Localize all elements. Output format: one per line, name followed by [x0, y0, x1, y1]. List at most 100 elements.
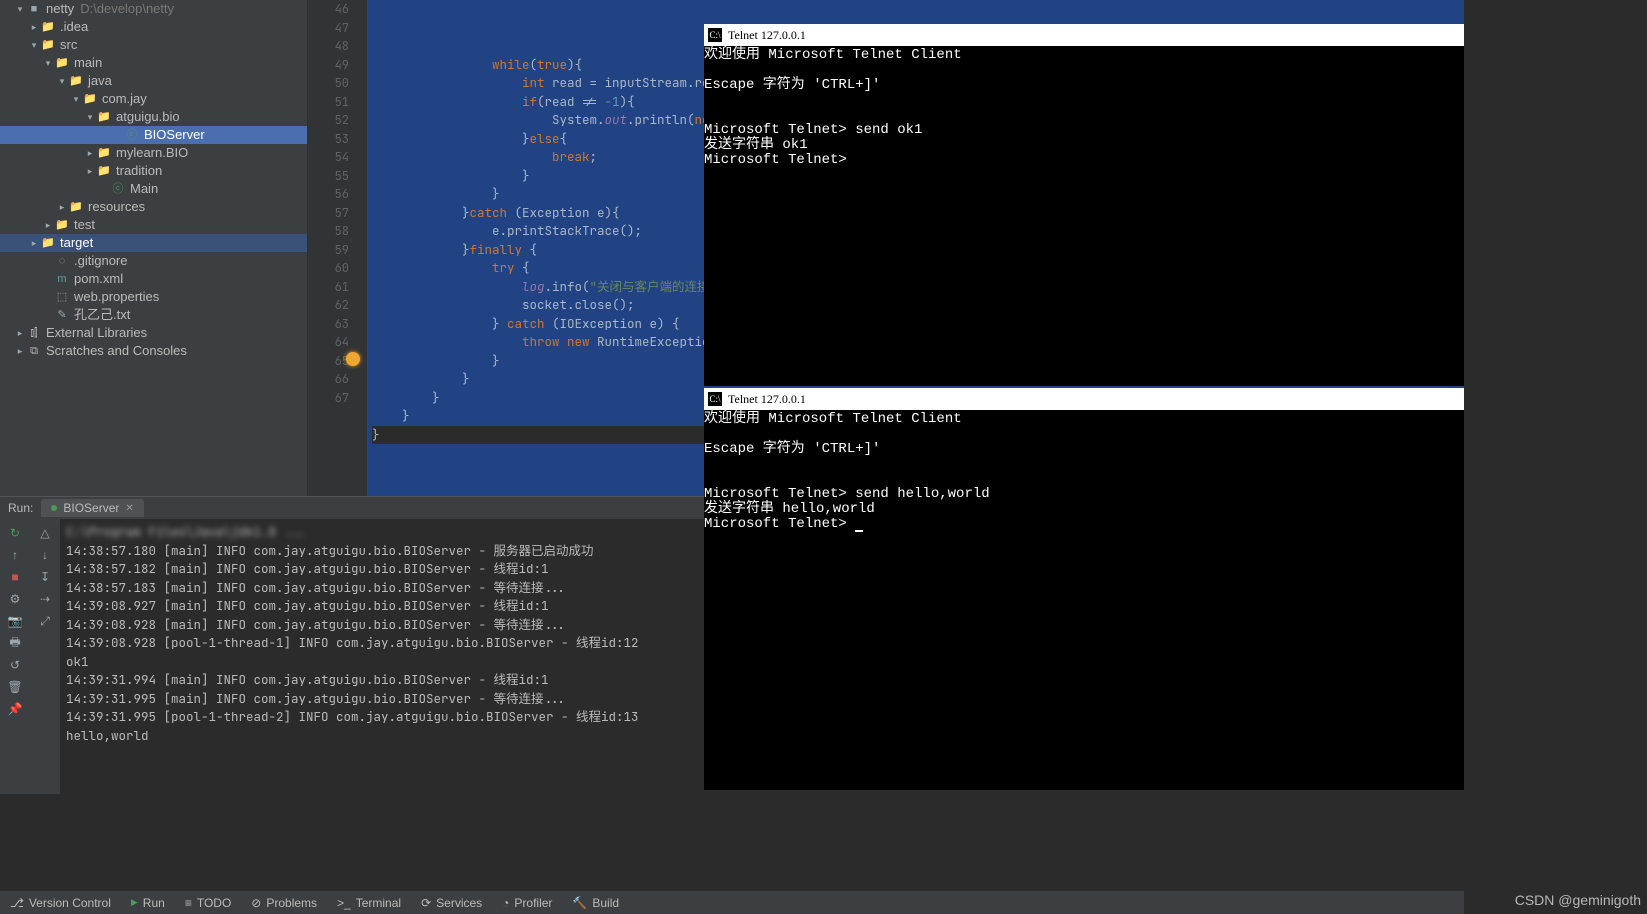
run-icon: ▶: [131, 897, 138, 908]
status-item-run[interactable]: ▶ Run: [121, 891, 175, 914]
status-item-version-control[interactable]: ⎇Version Control: [0, 891, 121, 914]
scratches-consoles[interactable]: ▸⧉Scratches and Consoles: [0, 342, 307, 360]
line-number: 53: [308, 130, 349, 149]
run-action-icon[interactable]: ↺: [7, 657, 23, 673]
dir-icon: 📁: [68, 72, 84, 90]
status-item-build[interactable]: 🔨Build: [562, 891, 629, 914]
right-margin: [1464, 0, 1647, 914]
expand-icon[interactable]: ▾: [28, 36, 40, 54]
status-item-profiler[interactable]: ◔Profiler: [492, 891, 562, 914]
tree-item--idea[interactable]: ▸📁.idea: [0, 18, 307, 36]
telnet-output: 欢迎使用 Microsoft Telnet Client Escape 字符为 …: [704, 46, 1464, 168]
status-icon: >_: [337, 896, 351, 910]
tree-label: tradition: [116, 162, 162, 180]
tree-item-web-properties[interactable]: ⬚web.properties: [0, 288, 307, 306]
status-item-todo[interactable]: ≡TODO: [175, 891, 241, 914]
status-item-terminal[interactable]: >_ Terminal: [327, 891, 411, 914]
run-action-icon[interactable]: ■: [7, 569, 23, 585]
dir-icon: 📁: [54, 216, 70, 234]
expand-icon[interactable]: ▸: [28, 18, 40, 36]
expand-icon[interactable]: ▾: [84, 108, 96, 126]
tree-item-src[interactable]: ▾📁src: [0, 36, 307, 54]
expand-icon[interactable]: ▸: [28, 234, 40, 252]
run-action-icon[interactable]: [37, 679, 53, 695]
tree-item-tradition[interactable]: ▸📁tradition: [0, 162, 307, 180]
telnet-window-1[interactable]: C:\ Telnet 127.0.0.1 欢迎使用 Microsoft Teln…: [704, 24, 1464, 386]
run-action-icon[interactable]: ↻: [7, 525, 23, 541]
run-action-icon[interactable]: ↧: [37, 569, 53, 585]
run-action-icon[interactable]: 📌: [7, 701, 23, 717]
file-icon: ⬚: [54, 288, 70, 306]
expand-icon[interactable]: ▾: [14, 0, 26, 18]
run-action-icon[interactable]: [37, 657, 53, 673]
expand-icon[interactable]: ▾: [56, 72, 68, 90]
status-item-services[interactable]: ⟳Services: [411, 891, 492, 914]
expand-icon[interactable]: ▾: [42, 54, 54, 72]
project-tree[interactable]: ▾■nettyD:\develop\netty▸📁.idea▾📁src▾📁mai…: [0, 0, 308, 496]
line-number: 67: [308, 389, 349, 408]
tree-label: atguigu.bio: [116, 108, 180, 126]
tree-item-bioserver[interactable]: ⓒBIOServer: [0, 126, 307, 144]
tree-label: com.jay: [102, 90, 147, 108]
dir-icon: 📁: [40, 36, 56, 54]
class-icon: ⓒ: [124, 126, 140, 144]
tree-item-resources[interactable]: ▸📁resources: [0, 198, 307, 216]
tree-item--txt[interactable]: ✎孔乙己.txt: [0, 306, 307, 324]
tree-item-test[interactable]: ▸📁test: [0, 216, 307, 234]
tree-item-pom-xml[interactable]: mpom.xml: [0, 270, 307, 288]
expand-icon[interactable]: ▸: [84, 162, 96, 180]
run-action-icon[interactable]: [37, 701, 53, 717]
run-action-icon[interactable]: 🗑: [7, 679, 23, 695]
tree-item-atguigu-bio[interactable]: ▾📁atguigu.bio: [0, 108, 307, 126]
expand-icon[interactable]: ▾: [70, 90, 82, 108]
tree-hint: D:\develop\netty: [80, 0, 174, 18]
run-action-icon[interactable]: 🖶: [7, 635, 23, 651]
line-number: 62: [308, 296, 349, 315]
line-number: 61: [308, 278, 349, 297]
run-action-icon[interactable]: △: [37, 525, 53, 541]
line-number: 49: [308, 56, 349, 75]
line-number: 47: [308, 19, 349, 38]
tree-item-com-jay[interactable]: ▾📁com.jay: [0, 90, 307, 108]
run-tab-label: BIOServer: [63, 501, 119, 515]
telnet-window-2[interactable]: C:\ Telnet 127.0.0.1 欢迎使用 Microsoft Teln…: [704, 388, 1464, 790]
tree-item-target[interactable]: ▸📁target: [0, 234, 307, 252]
status-label: Terminal: [356, 896, 401, 910]
tree-item--gitignore[interactable]: ◌.gitignore: [0, 252, 307, 270]
status-label: Run: [143, 896, 165, 910]
line-number: 63: [308, 315, 349, 334]
pkg-icon: 📁: [96, 162, 112, 180]
telnet-titlebar[interactable]: C:\ Telnet 127.0.0.1: [704, 24, 1464, 46]
tree-item-mylearn-bio[interactable]: ▸📁mylearn.BIO: [0, 144, 307, 162]
expand-icon[interactable]: ▸: [84, 144, 96, 162]
run-action-icon[interactable]: [37, 635, 53, 651]
run-action-icon[interactable]: ↓: [37, 547, 53, 563]
telnet-title: Telnet 127.0.0.1: [728, 28, 806, 43]
run-action-icon[interactable]: ⇢: [37, 591, 53, 607]
expand-icon[interactable]: ▸: [42, 216, 54, 234]
dir-icon: 📁: [40, 18, 56, 36]
close-icon[interactable]: ✕: [125, 503, 133, 514]
tree-item-main[interactable]: ⓒMain: [0, 180, 307, 198]
root-icon: ■: [26, 0, 42, 18]
editor-gutter: 4647484950515253545556575859606162636465…: [308, 0, 368, 496]
tree-item-netty[interactable]: ▾■nettyD:\develop\netty: [0, 0, 307, 18]
tree-label: web.properties: [74, 288, 159, 306]
status-item-problems[interactable]: ⊘Problems: [241, 891, 327, 914]
run-action-icon[interactable]: ⤢: [37, 613, 53, 629]
run-action-icon[interactable]: ↑: [7, 547, 23, 563]
telnet-titlebar[interactable]: C:\ Telnet 127.0.0.1: [704, 388, 1464, 410]
run-action-icon[interactable]: ⚙: [7, 591, 23, 607]
status-icon: 🔨: [572, 896, 587, 910]
intention-bulb-icon[interactable]: [346, 352, 360, 366]
status-icon: ⟳: [421, 896, 431, 910]
tree-item-main[interactable]: ▾📁main: [0, 54, 307, 72]
expand-icon[interactable]: ▸: [56, 198, 68, 216]
tree-item-java[interactable]: ▾📁java: [0, 72, 307, 90]
external-libraries[interactable]: ▸⫾⫿External Libraries: [0, 324, 307, 342]
line-number: 66: [308, 370, 349, 389]
run-action-icon[interactable]: 📷: [7, 613, 23, 629]
run-tab[interactable]: BIOServer ✕: [41, 499, 143, 517]
watermark: CSDN @geminigoth: [1515, 892, 1641, 908]
tree-label: BIOServer: [144, 126, 205, 144]
